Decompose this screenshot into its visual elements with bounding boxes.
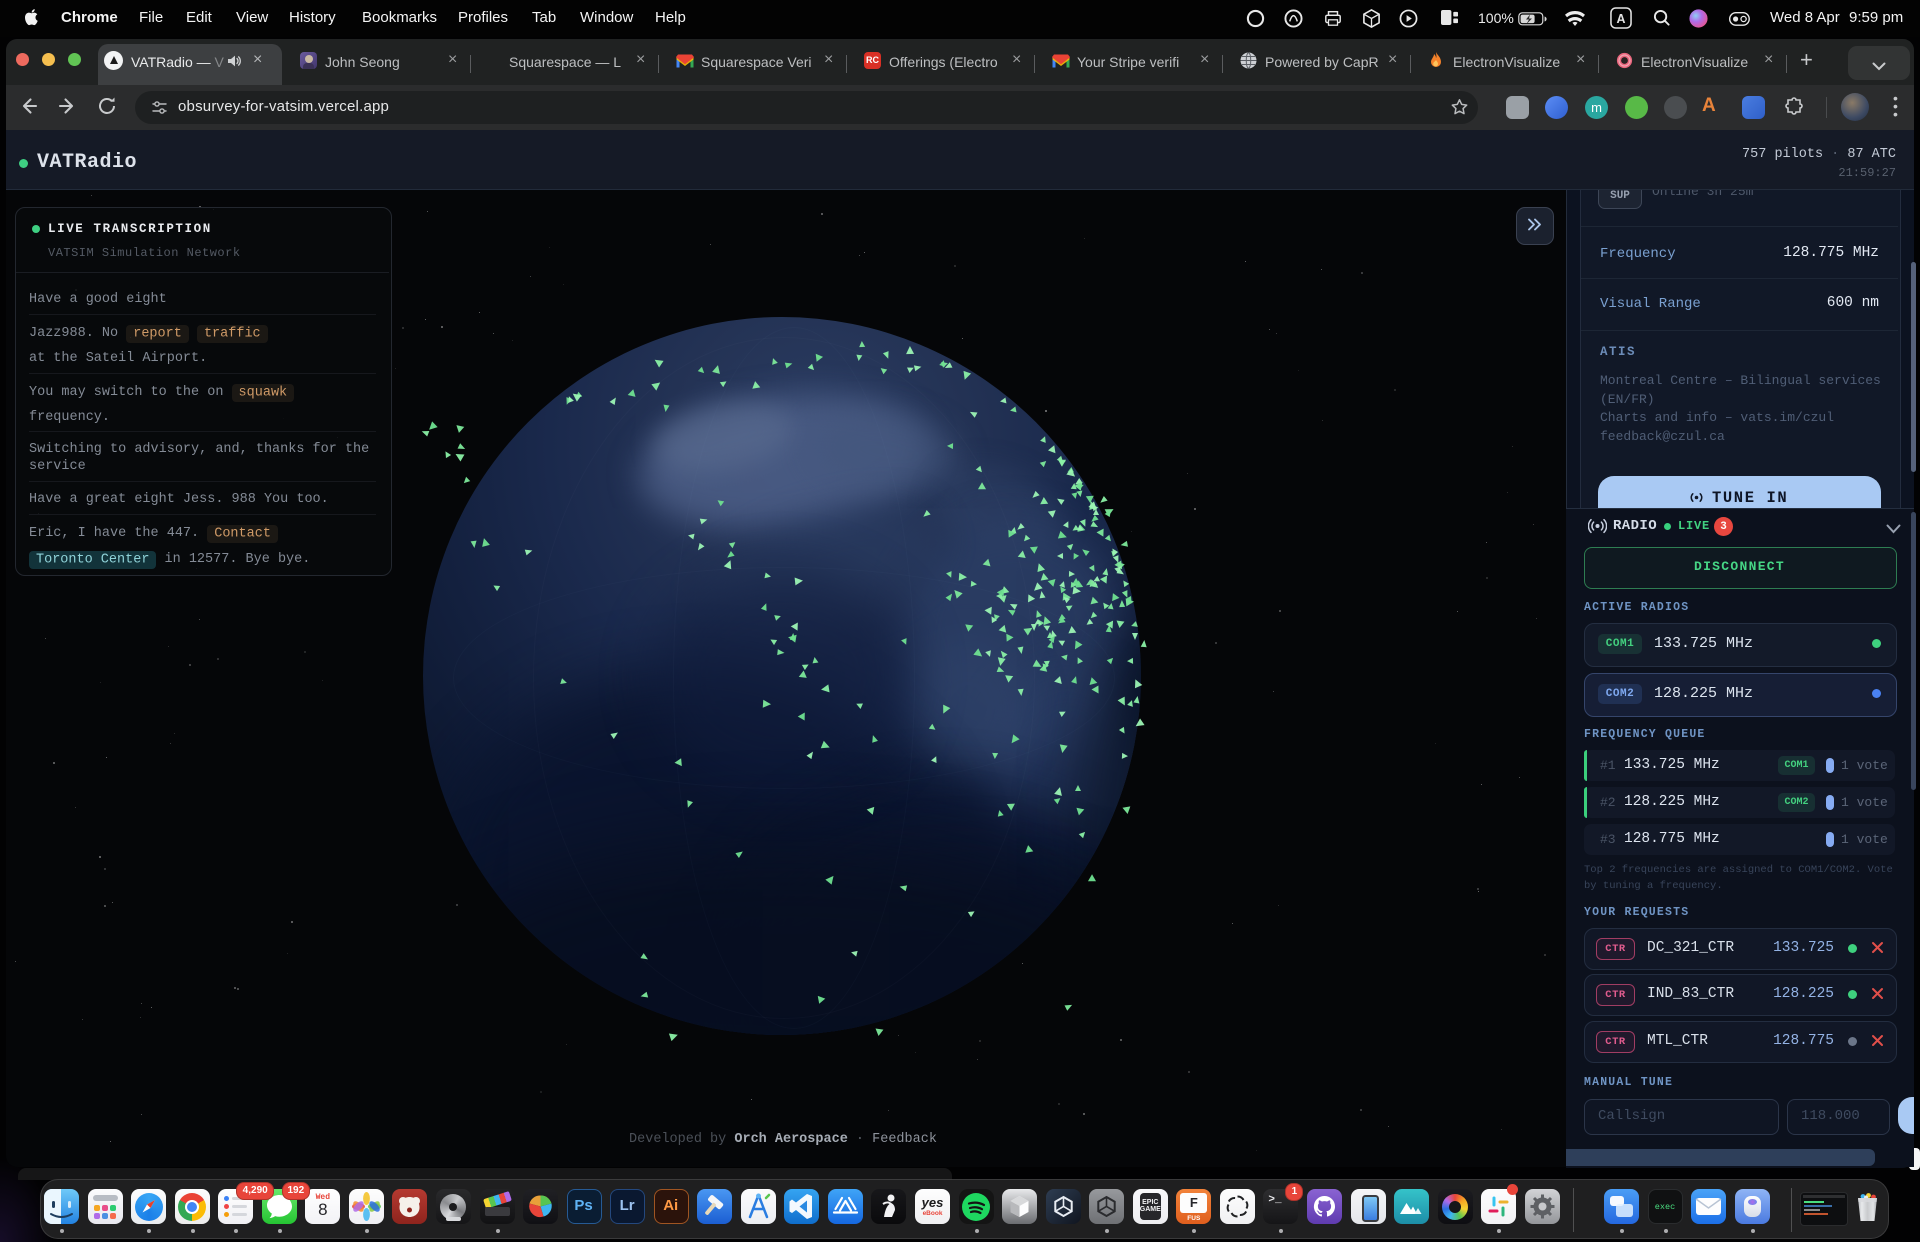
svg-text:A: A [1617,12,1626,26]
